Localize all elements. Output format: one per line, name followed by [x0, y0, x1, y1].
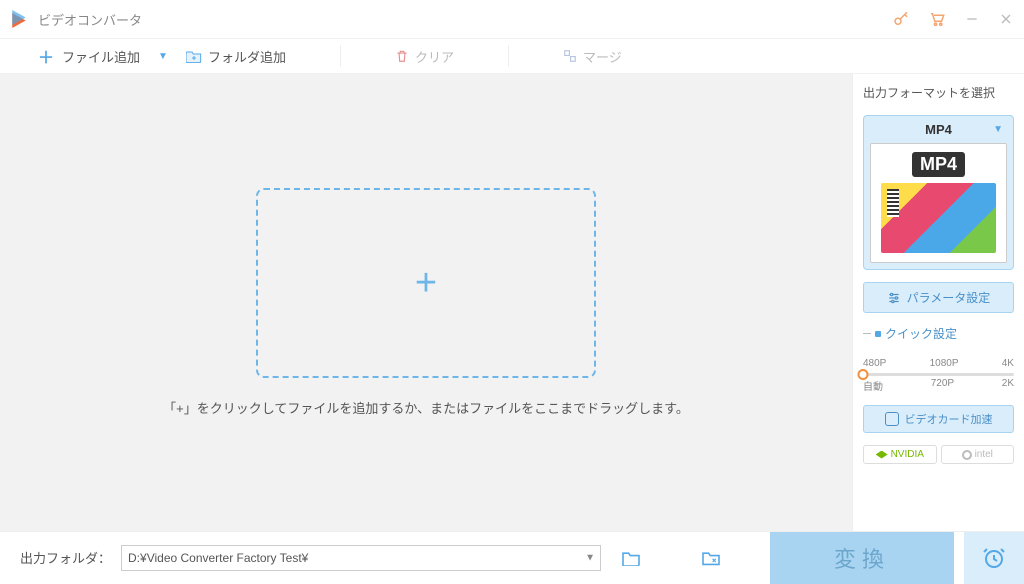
add-folder-label: フォルダ追加: [208, 47, 286, 66]
nvidia-icon: [876, 451, 888, 459]
clear-label: クリア: [415, 47, 454, 66]
quick-settings-title: クイック設定: [863, 325, 1014, 342]
slider-1080p: 1080P: [930, 358, 959, 369]
slider-4k: 4K: [1002, 358, 1014, 369]
toolbar-separator: [340, 45, 341, 67]
toolbar: ＋ ファイル追加 ▼ フォルダ追加 クリア マージ: [0, 38, 1024, 74]
merge-icon: [563, 49, 577, 63]
sidebar: 出力フォーマットを選択 MP4 ▼ MP4 パラメータ設定 クイック設定 480…: [852, 74, 1024, 531]
slider-knob[interactable]: [858, 369, 869, 380]
browse-folder-button[interactable]: [621, 550, 641, 566]
drop-zone[interactable]: +: [256, 188, 596, 378]
trash-icon: [395, 48, 409, 64]
folder-plus-icon: [186, 49, 202, 63]
merge-button[interactable]: マージ: [555, 43, 630, 70]
alarm-clock-icon: [982, 546, 1006, 570]
slider-track[interactable]: [863, 373, 1014, 376]
vendor-intel[interactable]: intel: [941, 445, 1015, 464]
convert-button[interactable]: 変換: [770, 532, 954, 584]
thumb-label: MP4: [912, 152, 965, 177]
slider-2k: 2K: [1002, 378, 1014, 393]
convert-label: 変換: [834, 542, 890, 574]
add-file-dropdown[interactable]: ▼: [158, 51, 168, 62]
add-file-label: ファイル追加: [62, 47, 140, 66]
vendor-nvidia[interactable]: NVIDIA: [863, 445, 937, 464]
quick-label: クイック設定: [885, 325, 957, 342]
sliders-icon: [887, 291, 901, 305]
format-thumbnail: MP4: [870, 143, 1007, 263]
app-title: ビデオコンバータ: [38, 10, 142, 29]
bottom-bar: 出力フォルダ： ▼ 変換: [0, 531, 1024, 583]
close-button[interactable]: [998, 11, 1014, 27]
nvidia-label: NVIDIA: [891, 449, 924, 460]
merge-label: マージ: [583, 47, 622, 66]
toolbar-separator-2: [508, 45, 509, 67]
slider-720p: 720P: [931, 378, 954, 393]
plus-icon: ＋: [38, 44, 54, 68]
minimize-button[interactable]: [964, 11, 980, 27]
slider-auto: 自動: [863, 378, 883, 393]
cart-icon[interactable]: [928, 10, 946, 28]
param-label: パラメータ設定: [907, 289, 991, 306]
open-folder-button[interactable]: [701, 550, 721, 566]
format-selector[interactable]: MP4 ▼ MP4: [863, 115, 1014, 270]
gpu-accel-button[interactable]: ビデオカード加速: [863, 405, 1014, 433]
drop-plus-icon: +: [415, 262, 437, 305]
intel-icon: [962, 450, 972, 460]
schedule-button[interactable]: [964, 532, 1024, 584]
main-drop-area: + 「+」をクリックしてファイルを追加するか、またはファイルをここまでドラッグし…: [0, 74, 852, 531]
parameter-settings-button[interactable]: パラメータ設定: [863, 282, 1014, 313]
title-bar: ビデオコンバータ: [0, 0, 1024, 38]
chevron-down-icon: ▼: [993, 124, 1003, 135]
slider-480p: 480P: [863, 358, 886, 369]
output-folder-label: 出力フォルダ：: [20, 548, 111, 567]
add-folder-button[interactable]: フォルダ追加: [178, 43, 294, 70]
drop-hint: 「+」をクリックしてファイルを追加するか、またはファイルをここまでドラッグします…: [163, 398, 689, 417]
selected-format-label: MP4: [925, 122, 952, 137]
format-title: 出力フォーマットを選択: [863, 84, 1014, 101]
gpu-label: ビデオカード加速: [905, 411, 993, 427]
intel-label: intel: [975, 449, 993, 460]
app-logo-icon: [10, 10, 28, 28]
add-file-button[interactable]: ＋ ファイル追加: [30, 40, 148, 72]
clear-button[interactable]: クリア: [387, 43, 462, 70]
key-icon[interactable]: [892, 10, 910, 28]
thumb-image: [881, 183, 995, 253]
chip-icon: [885, 412, 899, 426]
resolution-slider[interactable]: 480P 1080P 4K 自動 720P 2K: [863, 354, 1014, 393]
output-folder-input[interactable]: [121, 545, 601, 571]
